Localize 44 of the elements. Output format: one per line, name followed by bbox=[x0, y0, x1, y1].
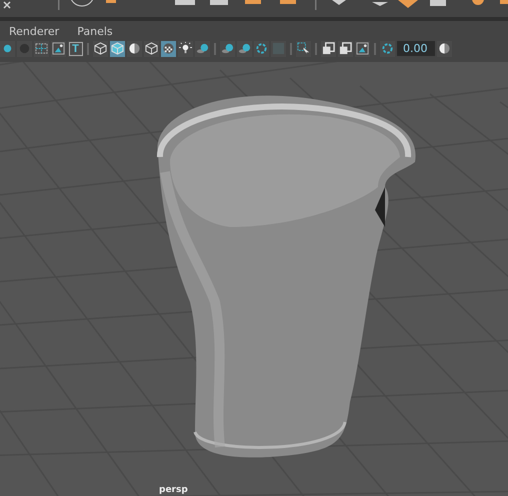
layers-button[interactable] bbox=[338, 40, 353, 57]
checker-icon bbox=[162, 42, 175, 56]
dot-button[interactable] bbox=[0, 40, 15, 57]
ball-button[interactable] bbox=[237, 40, 252, 57]
image-icon bbox=[52, 42, 65, 56]
light-button[interactable] bbox=[178, 40, 193, 57]
cube-icon bbox=[145, 42, 158, 56]
ball-icon bbox=[196, 42, 209, 56]
menu-item[interactable]: Panels bbox=[77, 24, 113, 38]
text-toggle-button[interactable]: T bbox=[68, 40, 83, 57]
sphere-icon bbox=[18, 42, 31, 56]
halfsphere-icon bbox=[128, 42, 141, 56]
ball-icon bbox=[238, 42, 251, 56]
image-button[interactable] bbox=[51, 40, 66, 57]
cube-button[interactable] bbox=[110, 40, 125, 57]
ring-icon bbox=[255, 42, 268, 56]
checker-button[interactable] bbox=[161, 40, 176, 57]
layers-button[interactable] bbox=[321, 40, 336, 57]
value-field[interactable]: 0.00 bbox=[397, 41, 435, 56]
frame-button[interactable] bbox=[34, 40, 49, 57]
square-icon bbox=[272, 42, 285, 56]
ring-button[interactable] bbox=[380, 40, 395, 57]
cube-button[interactable] bbox=[93, 40, 108, 57]
halfsphere-button[interactable] bbox=[127, 40, 142, 57]
image-icon bbox=[356, 42, 369, 56]
frame-icon bbox=[35, 42, 48, 56]
ball-icon bbox=[221, 42, 234, 56]
cursor-button[interactable] bbox=[296, 40, 311, 57]
cube-icon bbox=[111, 42, 124, 56]
cube-button[interactable] bbox=[144, 40, 159, 57]
menu-item[interactable]: Renderer bbox=[9, 24, 60, 38]
halfsphere-icon bbox=[438, 42, 451, 56]
image-button[interactable] bbox=[355, 40, 370, 57]
ball-button[interactable] bbox=[220, 40, 235, 57]
camera-label: persp bbox=[159, 485, 188, 496]
layers-icon bbox=[322, 42, 335, 56]
ring-button[interactable] bbox=[254, 40, 269, 57]
cursor-icon bbox=[297, 42, 310, 56]
ball-button[interactable] bbox=[195, 40, 210, 57]
halfsphere-button[interactable] bbox=[437, 40, 452, 57]
layers-icon bbox=[339, 42, 352, 56]
ring-icon bbox=[381, 42, 394, 56]
light-icon bbox=[179, 42, 192, 56]
cube-icon bbox=[94, 42, 107, 56]
